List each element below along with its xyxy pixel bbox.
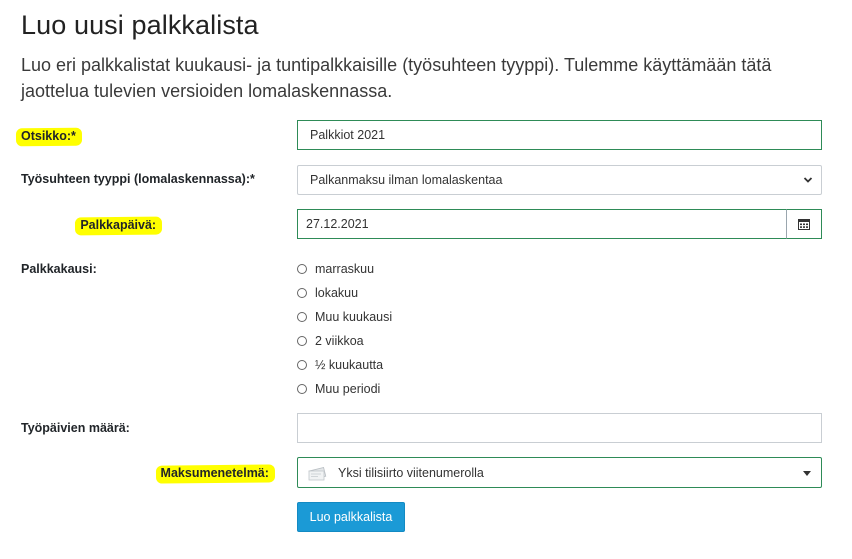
title-input[interactable]: Palkkiot 2021 [297,120,822,150]
radio-button[interactable] [297,264,307,274]
page-intro: Luo eri palkkalistat kuukausi- ja tuntip… [21,55,772,101]
period-option-half-month[interactable]: ½ kuukautta [297,358,383,372]
title-label: Otsikko:* [21,129,76,143]
title-input-value: Palkkiot 2021 [310,128,386,142]
period-option-label: lokakuu [315,286,359,300]
radio-button[interactable] [297,312,307,322]
payday-label: Palkkapäivä: [80,218,157,232]
workdays-input[interactable] [297,413,822,443]
radio-button[interactable] [297,336,307,346]
period-option-label: 2 viikkoa [315,334,364,348]
calendar-icon [798,219,810,230]
create-payroll-button[interactable]: Luo palkkalista [297,502,405,532]
period-option-marraskuu[interactable]: marraskuu [297,262,374,276]
caret-down-icon [803,470,811,476]
employment-type-value: Palkanmaksu ilman lomalaskentaa [310,173,503,187]
period-option-label: Muu kuukausi [315,310,393,324]
employment-type-select[interactable]: Palkanmaksu ilman lomalaskentaa [297,165,822,195]
period-option-label: ½ kuukautta [315,358,384,372]
calendar-button[interactable] [786,209,822,239]
period-option-lokakuu[interactable]: lokakuu [297,286,358,300]
period-option-muu-periodi[interactable]: Muu periodi [297,382,380,396]
payday-input-value: 27.12.2021 [306,217,369,231]
payment-transfer-icon [308,466,327,481]
radio-button[interactable] [297,288,307,298]
employment-type-label: Työsuhteen tyyppi (lomalaskennassa):* [21,172,255,186]
radio-button[interactable] [297,360,307,370]
workdays-label: Työpäivien määrä: [21,421,130,435]
page-title: Luo uusi palkkalista [21,10,259,40]
payment-method-value: Yksi tilisiirto viitenumerolla [338,465,484,480]
radio-button[interactable] [297,384,307,394]
payday-input[interactable]: 27.12.2021 [297,209,787,239]
pay-period-label: Palkkakausi: [21,262,97,276]
period-option-2-viikkoa[interactable]: 2 viikkoa [297,334,364,348]
chevron-down-icon [803,177,813,183]
period-option-label: Muu periodi [315,382,381,396]
payment-method-label: Maksumenetelmä: [160,466,269,480]
period-option-label: marraskuu [315,262,375,276]
payment-method-select[interactable]: Yksi tilisiirto viitenumerolla [297,457,822,488]
period-option-muu-kuukausi[interactable]: Muu kuukausi [297,310,392,324]
